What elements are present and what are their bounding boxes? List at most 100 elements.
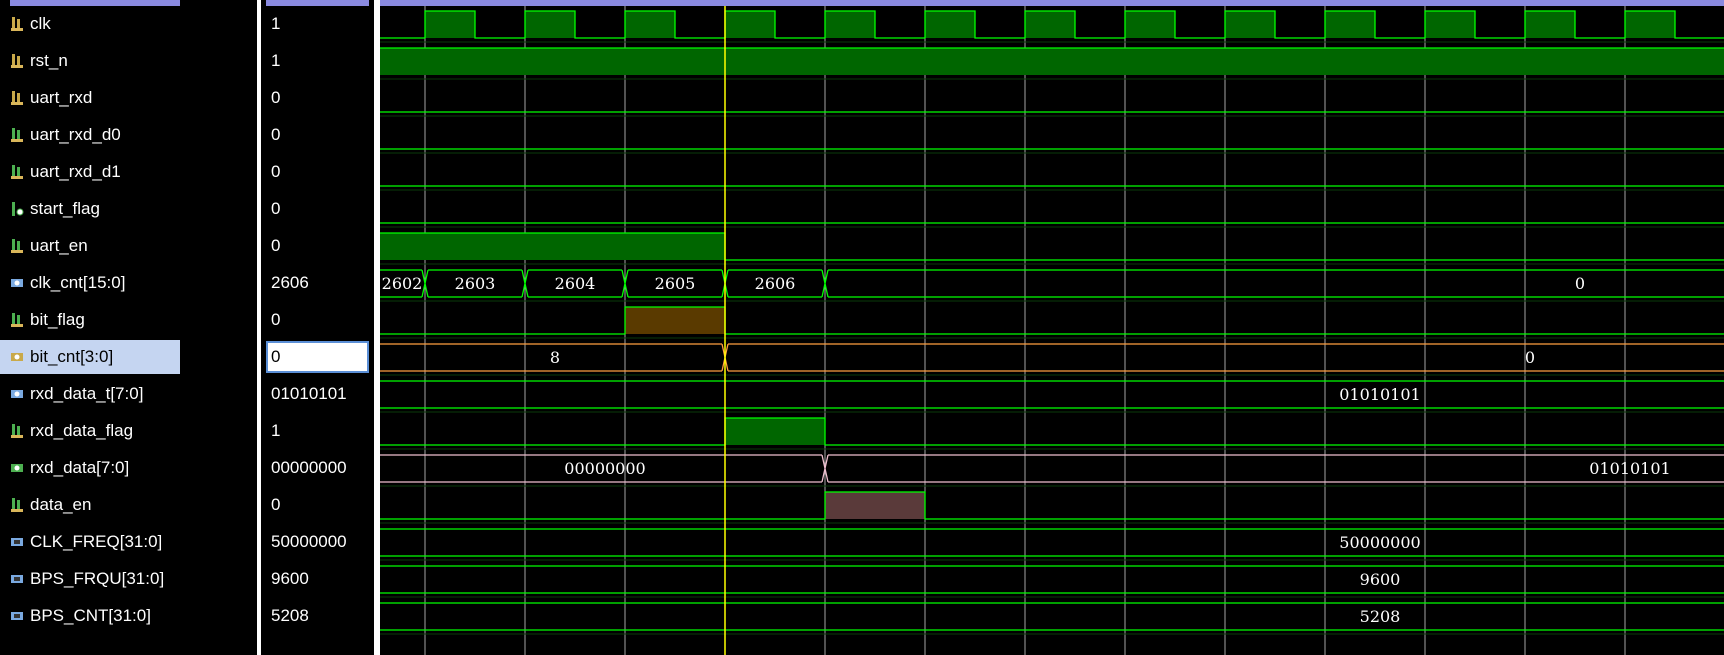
signal-row-bps_frqu310[interactable]: BPS_FRQU[31:0]: [0, 562, 257, 596]
bus-output-icon: [10, 460, 24, 476]
signal-value-row[interactable]: 9600: [261, 562, 374, 596]
waveform-canvas[interactable]: 2602 2603 2604 2605 2606 0 8 0 01010101 00000000 0…: [380, 0, 1724, 655]
signal-row-clk_freq310[interactable]: CLK_FREQ[31:0]: [0, 525, 257, 559]
wave-high-fill: [725, 418, 825, 445]
signal-value-text: 1: [271, 14, 281, 33]
signal-value-row[interactable]: 5208: [261, 599, 374, 633]
signal-name-label: start_flag: [30, 199, 100, 218]
wave-trace: [380, 491, 1724, 520]
bit-reg-icon: [10, 423, 24, 439]
bit-reg-icon: [10, 127, 24, 143]
signal-name-label: uart_rxd: [30, 88, 93, 107]
signal-value-row[interactable]: 0: [261, 488, 374, 522]
signal-row-rst_n[interactable]: rst_n: [0, 44, 257, 78]
signal-value-row[interactable]: 1: [261, 414, 374, 448]
bus-value-label: 00000000: [564, 459, 645, 478]
signal-value-text: 5208: [271, 606, 309, 625]
bus-value-label: 8: [550, 348, 560, 367]
signal-value-row[interactable]: 0: [261, 303, 374, 337]
signal-name-label: BPS_CNT[31:0]: [30, 606, 151, 625]
signal-value-text: 0: [271, 162, 281, 181]
signal-row-uart_rxd[interactable]: uart_rxd: [0, 81, 257, 115]
bus-value-label: 50000000: [1339, 533, 1420, 552]
bus-value-label: 2604: [555, 274, 596, 293]
signal-name-label: clk: [30, 14, 51, 33]
bus-trace: [380, 380, 1724, 409]
signal-value-text: 00000000: [271, 458, 347, 477]
wave-high-fill: [625, 11, 675, 38]
bus-reg-icon: [10, 386, 24, 402]
value-pane-header: [266, 0, 369, 6]
signal-value-row[interactable]: 0: [261, 155, 374, 189]
signal-row-start_flag[interactable]: start_flag: [0, 192, 257, 226]
bit-input-icon: [10, 16, 24, 32]
signal-row-clk_cnt150[interactable]: clk_cnt[15:0]: [0, 266, 257, 300]
signal-value-row[interactable]: 0: [261, 340, 374, 374]
signal-value-text: 0: [271, 88, 281, 107]
signal-name-label: uart_rxd_d0: [30, 125, 121, 144]
bus-value-label: 2603: [455, 274, 496, 293]
signal-name-label: rxd_data_flag: [30, 421, 134, 440]
bus-value-label: 01010101: [1589, 459, 1670, 478]
signal-value-row[interactable]: 1: [261, 7, 374, 41]
signal-value-row[interactable]: 0: [261, 192, 374, 226]
wave-high-fill: [825, 11, 875, 38]
bit-reg-icon: [10, 238, 24, 254]
signal-value-row[interactable]: 01010101: [261, 377, 374, 411]
wave-high-fill: [725, 11, 775, 38]
signal-value-row[interactable]: 2606: [261, 266, 374, 300]
signal-name-label: uart_rxd_d1: [30, 162, 121, 181]
wave-high-fill: [525, 11, 575, 38]
signal-row-uart_rxd_d1[interactable]: uart_rxd_d1: [0, 155, 257, 189]
signal-value-text: 0: [271, 310, 281, 329]
signal-value-row[interactable]: 0: [261, 118, 374, 152]
wave-high-fill: [1525, 11, 1575, 38]
wave-high-fill: [380, 48, 1724, 75]
signal-value-row[interactable]: 0: [261, 229, 374, 263]
bit-reg-icon: [10, 312, 24, 328]
bit-reg-icon: [10, 164, 24, 180]
bit-input-icon: [10, 53, 24, 69]
signal-row-rxd_data_flag[interactable]: rxd_data_flag: [0, 414, 257, 448]
wave-high-fill: [1625, 11, 1675, 38]
signal-name-label: BPS_FRQU[31:0]: [30, 569, 165, 588]
signal-row-data_en[interactable]: data_en: [0, 488, 257, 522]
signal-row-uart_en[interactable]: uart_en: [0, 229, 257, 263]
signal-value-text: 1: [271, 421, 281, 440]
signal-row-rxd_data70[interactable]: rxd_data[7:0]: [0, 451, 257, 485]
signal-row-bit_flag[interactable]: bit_flag: [0, 303, 257, 337]
bit-input-icon: [10, 90, 24, 106]
bus-value-label: 2606: [755, 274, 796, 293]
param-icon: [10, 534, 24, 550]
signal-row-uart_rxd_d0[interactable]: uart_rxd_d0: [0, 118, 257, 152]
signal-row-clk[interactable]: clk: [0, 7, 257, 41]
signal-value-text: 0: [271, 236, 281, 255]
signal-value-text: 50000000: [271, 532, 347, 551]
bus-trace: [380, 565, 1724, 594]
signal-row-rxd_data_t70[interactable]: rxd_data_t[7:0]: [0, 377, 257, 411]
bus-trace: [380, 602, 1724, 631]
signal-value-text: 1: [271, 51, 281, 70]
signal-name-label: bit_flag: [30, 310, 85, 329]
wave-trace: [380, 417, 1724, 446]
waveform-pane[interactable]: 2602 2603 2604 2605 2606 0 8 0 01010101 00000000 0…: [380, 0, 1724, 655]
bus-trace: [828, 269, 1724, 298]
wave-high-fill: [380, 233, 725, 260]
signal-row-bps_cnt310[interactable]: BPS_CNT[31:0]: [0, 599, 257, 633]
signal-name-label: clk_cnt[15:0]: [30, 273, 126, 292]
signal-name-label: uart_en: [30, 236, 88, 255]
signal-row-bit_cnt30[interactable]: bit_cnt[3:0]: [0, 340, 180, 374]
signal-value-row[interactable]: 50000000: [261, 525, 374, 559]
signal-value-row[interactable]: 00000000: [261, 451, 374, 485]
signal-value-row[interactable]: 1: [261, 44, 374, 78]
signal-name-label: rxd_data_t[7:0]: [30, 384, 144, 403]
param-icon: [10, 608, 24, 624]
name-pane-header: [10, 0, 180, 6]
param-icon: [10, 571, 24, 587]
bus-value-label: 5208: [1360, 607, 1401, 626]
signal-name-pane: clk rst_n uart_rxd uart_rxd_d0 uart_rxd_d1st…: [0, 0, 257, 655]
signal-value-row[interactable]: 0: [261, 81, 374, 115]
bus-reg-icon: [10, 275, 24, 291]
wave-high-fill: [1125, 11, 1175, 38]
wave-high-fill: [925, 11, 975, 38]
